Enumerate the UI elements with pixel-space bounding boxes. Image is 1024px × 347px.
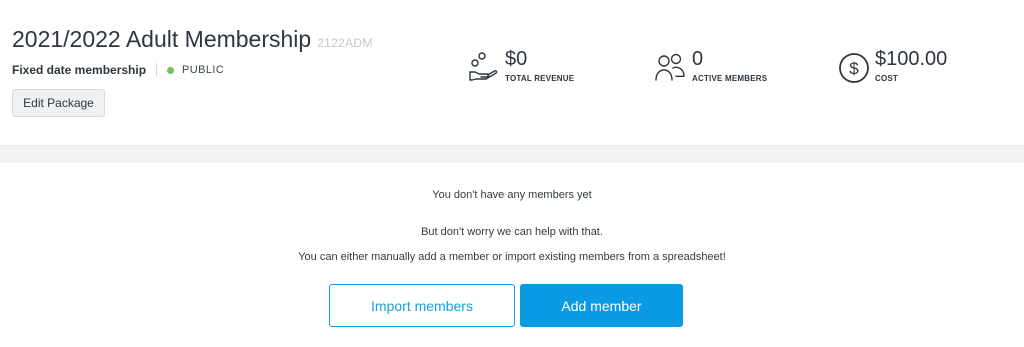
empty-state-reassurance: But don't worry we can help with that. [421, 226, 603, 238]
empty-state-instructions: You can either manually add a member or … [298, 251, 726, 263]
add-member-button[interactable]: Add member [520, 284, 683, 327]
package-title: 2021/2022 Adult Membership [12, 26, 312, 52]
section-divider [0, 145, 1024, 163]
stat-label: ACTIVE MEMBERS [692, 74, 768, 83]
members-people-icon [655, 53, 685, 81]
stat-total-revenue: $0 TOTAL REVENUE [467, 48, 574, 84]
package-title-row: 2021/2022 Adult Membership 2122ADM [12, 26, 373, 53]
stat-label: TOTAL REVENUE [505, 74, 575, 83]
membership-type: Fixed date membership [12, 63, 147, 77]
empty-state-heading: You don't have any members yet [432, 189, 592, 201]
stat-label: COST [875, 74, 899, 83]
dollar-circle-icon: $ [839, 53, 869, 83]
svg-text:$: $ [849, 59, 859, 78]
meta-divider [156, 63, 158, 77]
stat-cost: $ $100.00 COST [837, 48, 947, 84]
visibility-status: PUBLIC [182, 64, 225, 76]
import-members-button[interactable]: Import members [329, 284, 515, 327]
stat-value: $100.00 [875, 48, 948, 70]
stat-text: 0 ACTIVE MEMBERS [692, 48, 767, 83]
package-header: 2021/2022 Adult Membership 2122ADM Fixed… [0, 0, 1024, 145]
package-code: 2122ADM [317, 36, 373, 50]
stat-value: $0 [505, 48, 528, 70]
revenue-hand-coins-icon [469, 52, 498, 81]
edit-package-button[interactable]: Edit Package [12, 89, 105, 117]
stat-value: 0 [692, 48, 704, 70]
stat-text: $0 TOTAL REVENUE [505, 48, 574, 83]
package-meta: Fixed date membership PUBLIC [12, 63, 224, 77]
status-dot-icon [167, 66, 175, 74]
stat-text: $100.00 COST [875, 48, 947, 83]
stat-active-members: 0 ACTIVE MEMBERS [654, 48, 767, 84]
